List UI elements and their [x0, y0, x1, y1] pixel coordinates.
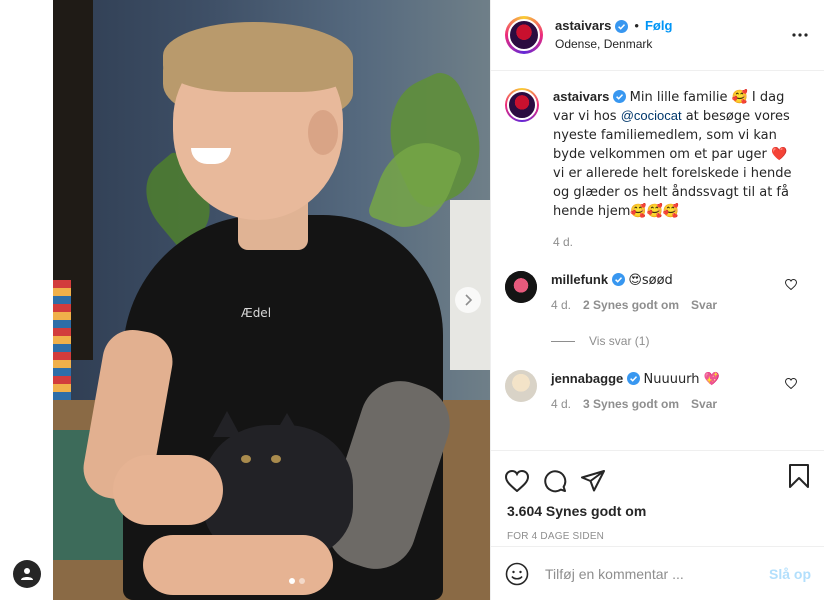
emoji-picker-button[interactable]	[505, 562, 529, 586]
author-avatar[interactable]	[505, 16, 543, 54]
caption-text-part2: at besøge vores nyeste familiemedlem, so…	[553, 109, 792, 219]
verified-badge-icon	[626, 372, 640, 385]
instagram-post-view: Ædel astaivars • Følg Odense, Denmark as…	[0, 0, 824, 600]
view-replies-button[interactable]: Vis svar (1)	[551, 334, 811, 348]
comment-like-button[interactable]	[784, 376, 798, 392]
more-options-button[interactable]	[792, 24, 808, 40]
header-top-line: astaivars • Følg	[555, 18, 672, 34]
post-comment-button[interactable]: Slå op	[769, 566, 811, 582]
comments-section[interactable]: astaivars Min lille familie 🥰 I dag var …	[491, 72, 824, 450]
likes-count[interactable]: 3.604 Synes godt om	[491, 501, 824, 519]
caption-age[interactable]: 4 d.	[553, 235, 793, 249]
comment-bubble-icon	[544, 470, 567, 493]
view-replies-label: Vis svar (1)	[589, 334, 650, 348]
header-separator: •	[634, 18, 639, 33]
bookmark-icon	[789, 464, 809, 488]
photo-striped-object	[53, 280, 71, 400]
kitten-ear	[273, 413, 301, 437]
verified-badge-icon	[613, 90, 627, 103]
person-ear	[308, 110, 338, 155]
verified-badge-icon	[615, 19, 629, 33]
like-button[interactable]	[505, 470, 529, 492]
paper-plane-icon	[581, 470, 605, 492]
comment-reply-button[interactable]: Svar	[691, 298, 717, 312]
post-side-panel: astaivars • Følg Odense, Denmark astaiva…	[490, 0, 824, 600]
kitten-eye	[271, 455, 281, 463]
heart-icon	[505, 470, 529, 492]
shirt-logo: Ædel	[241, 306, 272, 320]
person-hair-top	[163, 22, 353, 92]
avatar-image	[508, 19, 540, 51]
carousel-next-button[interactable]	[455, 287, 481, 313]
caption-mention-link[interactable]: @cociocat	[621, 108, 682, 123]
user-icon	[21, 568, 33, 580]
person-hand	[143, 535, 333, 595]
kitten-ear	[213, 411, 241, 437]
caption-username[interactable]: astaivars	[553, 89, 609, 104]
comment-likes[interactable]: 3 Synes godt om	[583, 397, 679, 411]
comment-username[interactable]: jennabagge	[551, 371, 623, 386]
comment-username[interactable]: millefunk	[551, 272, 608, 287]
comment-body: Nuuuurh 💖	[643, 372, 720, 387]
caption-text: astaivars Min lille familie 🥰 I dag var …	[553, 88, 793, 221]
avatar-image	[507, 90, 537, 120]
comment-item: millefunk 😍søød 4 d. 2 Synes godt om Sva…	[505, 271, 811, 312]
left-margin	[0, 0, 53, 600]
carousel-dot-active	[289, 578, 295, 584]
comment-actions: 4 d. 2 Synes godt om Svar	[551, 298, 771, 312]
chevron-right-icon	[465, 294, 473, 306]
heart-outline-icon	[784, 278, 798, 291]
save-button[interactable]	[789, 464, 809, 488]
view-replies-line	[551, 340, 575, 342]
post-action-bar	[491, 451, 824, 501]
comment-reply-button[interactable]: Svar	[691, 397, 717, 411]
photo-radiator	[450, 200, 490, 370]
comment-avatar[interactable]	[505, 370, 537, 402]
person-hand	[113, 455, 223, 525]
avatar-image	[505, 370, 537, 402]
comment-avatar[interactable]	[505, 271, 537, 303]
smiley-icon	[505, 562, 529, 585]
comment-body: 😍søød	[628, 273, 673, 288]
comment-actions: 4 d. 3 Synes godt om Svar	[551, 397, 771, 411]
comment-like-button[interactable]	[784, 277, 798, 293]
carousel-dot	[299, 578, 305, 584]
comment-input[interactable]	[545, 565, 755, 582]
kitten-eye	[241, 455, 251, 463]
header-text: astaivars • Følg Odense, Denmark	[555, 18, 672, 52]
avatar-image	[505, 271, 537, 303]
heart-outline-icon	[784, 377, 798, 390]
comment-age[interactable]: 4 d.	[551, 298, 571, 312]
comment-age[interactable]: 4 d.	[551, 397, 571, 411]
follow-button[interactable]: Følg	[645, 18, 672, 34]
carousel-dots	[289, 578, 305, 584]
add-comment-bar: Slå op	[491, 546, 824, 600]
comment-text: jennabagge Nuuuurh 💖	[551, 370, 771, 389]
post-caption: astaivars Min lille familie 🥰 I dag var …	[505, 88, 811, 249]
verified-badge-icon	[611, 273, 625, 286]
post-media[interactable]: Ædel	[53, 0, 490, 600]
share-button[interactable]	[581, 470, 605, 492]
post-footer: 3.604 Synes godt om FOR 4 DAGE SIDEN Slå…	[491, 450, 824, 600]
post-location[interactable]: Odense, Denmark	[555, 36, 672, 52]
comment-button[interactable]	[543, 469, 567, 493]
caption-avatar[interactable]	[505, 88, 539, 122]
post-header: astaivars • Følg Odense, Denmark	[491, 0, 824, 71]
account-avatar-button[interactable]	[13, 560, 41, 588]
author-username[interactable]: astaivars	[555, 18, 611, 34]
more-horizontal-icon	[792, 33, 808, 37]
comment-text: millefunk 😍søød	[551, 271, 771, 290]
comment-item: jennabagge Nuuuurh 💖 4 d. 3 Synes godt o…	[505, 370, 811, 411]
post-time-ago[interactable]: FOR 4 DAGE SIDEN	[491, 519, 824, 542]
comment-likes[interactable]: 2 Synes godt om	[583, 298, 679, 312]
